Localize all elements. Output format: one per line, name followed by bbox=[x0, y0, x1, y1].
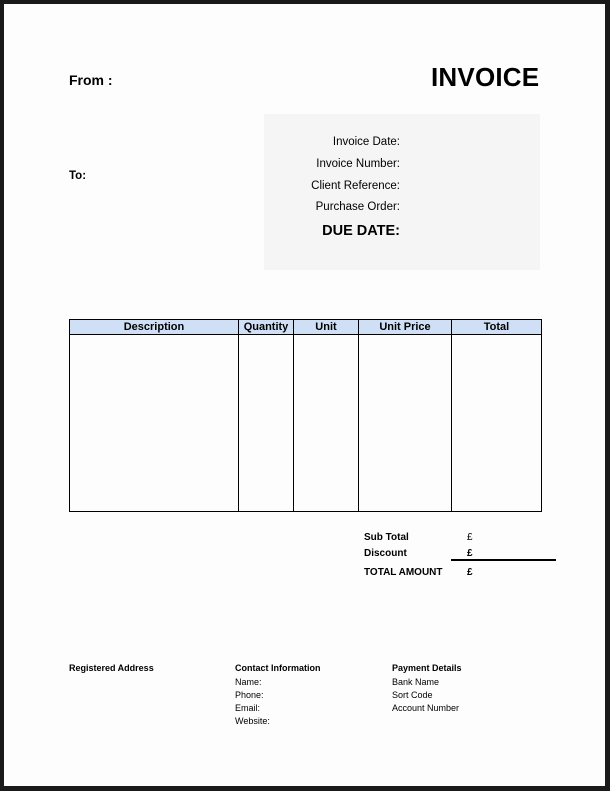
payment-details-heading: Payment Details bbox=[392, 663, 462, 673]
from-label: From : bbox=[69, 72, 113, 88]
table-row bbox=[69, 334, 542, 512]
registered-address-label: Registered Address bbox=[69, 663, 154, 673]
invoice-meta-box: Invoice Date: Invoice Number: Client Ref… bbox=[264, 114, 540, 270]
to-label: To: bbox=[69, 170, 87, 182]
column-header-unit: Unit bbox=[293, 319, 359, 335]
unit-cell[interactable] bbox=[293, 334, 359, 512]
invoice-date-label: Invoice Date: bbox=[332, 136, 400, 148]
total-amount-currency: £ bbox=[467, 567, 473, 578]
column-header-total: Total bbox=[451, 319, 542, 335]
client-reference-label: Client Reference: bbox=[311, 180, 400, 192]
discount-label: Discount bbox=[364, 548, 407, 559]
quantity-cell[interactable] bbox=[238, 334, 294, 512]
contact-name-label: Name: bbox=[235, 677, 262, 687]
contact-phone-label: Phone: bbox=[235, 690, 264, 700]
column-header-quantity: Quantity bbox=[238, 319, 294, 335]
account-number-label: Account Number bbox=[392, 703, 460, 713]
discount-currency: £ bbox=[467, 548, 473, 559]
table-header-row: Description Quantity Unit Unit Price Tot… bbox=[69, 319, 542, 335]
invoice-number-label: Invoice Number: bbox=[316, 158, 400, 170]
purchase-order-label: Purchase Order: bbox=[315, 201, 400, 213]
contact-website-label: Website: bbox=[235, 716, 270, 726]
sort-code-label: Sort Code bbox=[392, 690, 433, 700]
bank-name-label: Bank Name bbox=[392, 677, 440, 687]
contact-information: Contact Information Name: Phone: Email: … bbox=[235, 663, 321, 726]
column-header-unit-price: Unit Price bbox=[358, 319, 452, 335]
payment-details: Payment Details Bank Name Sort Code Acco… bbox=[392, 663, 462, 713]
invoice-page: From : INVOICE To: Invoice Date: Invoice… bbox=[4, 4, 605, 786]
description-cell[interactable] bbox=[69, 334, 239, 512]
invoice-title: INVOICE bbox=[431, 62, 540, 92]
line-items-table: Description Quantity Unit Unit Price Tot… bbox=[69, 319, 542, 512]
totals-divider bbox=[451, 559, 556, 561]
contact-email-label: Email: bbox=[235, 703, 261, 713]
total-amount-label: TOTAL AMOUNT bbox=[364, 567, 443, 578]
sub-total-label: Sub Total bbox=[364, 532, 409, 543]
unit-price-cell[interactable] bbox=[358, 334, 452, 512]
total-cell[interactable] bbox=[451, 334, 542, 512]
column-header-description: Description bbox=[69, 319, 239, 335]
due-date-label: DUE DATE: bbox=[322, 223, 400, 239]
contact-information-heading: Contact Information bbox=[235, 663, 321, 673]
sub-total-currency: £ bbox=[467, 532, 473, 543]
